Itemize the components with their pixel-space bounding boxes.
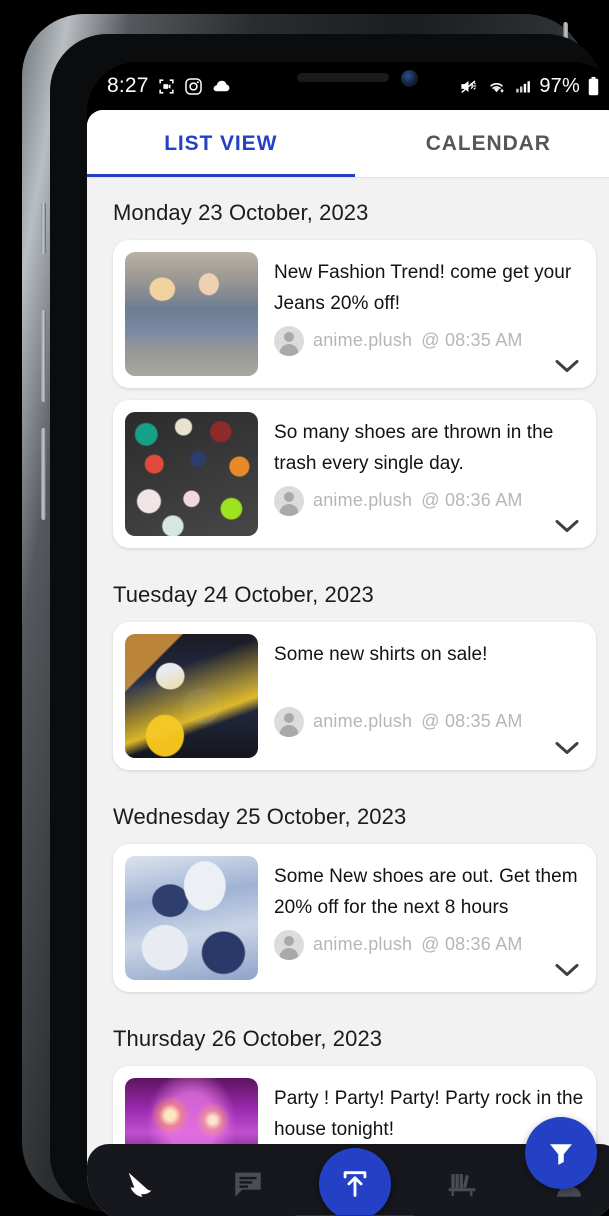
avatar bbox=[274, 485, 304, 516]
tab-bar: LIST VIEW CALENDAR bbox=[87, 110, 609, 178]
post-time: @ 08:36 AM bbox=[421, 934, 523, 955]
post-thumbnail[interactable] bbox=[125, 634, 258, 758]
post-card[interactable]: New Fashion Trend! come get your Jeans 2… bbox=[113, 240, 596, 388]
post-meta: anime.plush @ 08:35 AM bbox=[274, 325, 584, 356]
post-meta: anime.plush @ 08:35 AM bbox=[274, 706, 584, 737]
tab-list-view[interactable]: LIST VIEW bbox=[87, 110, 355, 178]
date-header: Thursday 26 October, 2023 bbox=[113, 1026, 383, 1051]
status-time: 8:27 bbox=[107, 74, 149, 97]
post-card[interactable]: Some new shirts on sale! anime.plush @ 0… bbox=[113, 622, 596, 770]
post-time: @ 08:35 AM bbox=[421, 711, 523, 732]
post-thumbnail[interactable] bbox=[125, 252, 258, 376]
instagram-icon bbox=[184, 77, 202, 95]
wifi-icon bbox=[490, 82, 504, 92]
bird-logo-icon bbox=[128, 1172, 151, 1197]
post-thumbnail[interactable] bbox=[125, 856, 258, 980]
status-bar: 8:27 97% bbox=[87, 62, 609, 110]
post-meta: anime.plush @ 08:36 AM bbox=[274, 485, 584, 516]
tab-calendar[interactable]: CALENDAR bbox=[355, 110, 609, 178]
battery-percent-label: 97% bbox=[539, 74, 580, 97]
mute-switch-button[interactable] bbox=[41, 202, 46, 254]
post-author: anime.plush bbox=[313, 330, 413, 351]
nav-item-upload[interactable] bbox=[301, 1144, 408, 1216]
post-meta: anime.plush @ 08:36 AM bbox=[274, 929, 584, 960]
mute-icon bbox=[461, 80, 477, 93]
chevron-down-icon[interactable] bbox=[554, 740, 580, 756]
post-body: New Fashion Trend! come get your Jeans 2… bbox=[258, 252, 584, 376]
filter-funnel-icon bbox=[550, 1144, 572, 1165]
post-list[interactable]: Monday 23 October, 2023 New Fashion Tren… bbox=[87, 178, 609, 1144]
filter-fab-button[interactable] bbox=[525, 1117, 597, 1189]
post-title: So many shoes are thrown in the trash ev… bbox=[274, 422, 554, 474]
avatar bbox=[274, 929, 304, 960]
upload-icon bbox=[343, 1171, 366, 1197]
tab-calendar-label: CALENDAR bbox=[425, 132, 551, 155]
status-bar-left: 8:27 bbox=[107, 74, 232, 98]
phone-frame: 8:27 97% LIST VIEW CALENDAR Monday 23 Oc… bbox=[22, 14, 609, 1216]
nav-item-library[interactable] bbox=[408, 1144, 515, 1216]
chevron-down-icon[interactable] bbox=[554, 962, 580, 978]
post-thumbnail[interactable] bbox=[125, 1078, 258, 1144]
avatar bbox=[274, 325, 304, 356]
chevron-down-icon[interactable] bbox=[554, 358, 580, 374]
post-title: New Fashion Trend! come get your Jeans 2… bbox=[274, 262, 572, 314]
signal-icon bbox=[516, 80, 531, 92]
volume-down-button[interactable] bbox=[41, 428, 46, 520]
post-title: Some New shoes are out. Get them 20% off… bbox=[274, 866, 578, 918]
front-camera bbox=[400, 70, 418, 87]
screen-record-icon bbox=[159, 78, 174, 94]
date-header: Monday 23 October, 2023 bbox=[113, 200, 369, 225]
screenshot-stage: 8:27 97% LIST VIEW CALENDAR Monday 23 Oc… bbox=[0, 0, 609, 1216]
post-body: Some New shoes are out. Get them 20% off… bbox=[258, 856, 584, 980]
post-card[interactable]: Party ! Party! Party! Party rock in the … bbox=[113, 1066, 596, 1144]
app-container: LIST VIEW CALENDAR Monday 23 October, 20… bbox=[87, 110, 609, 1216]
post-time: @ 08:36 AM bbox=[421, 490, 523, 511]
post-thumbnail[interactable] bbox=[125, 412, 258, 536]
tab-list-view-label: LIST VIEW bbox=[164, 132, 278, 155]
earpiece-speaker bbox=[296, 73, 389, 82]
post-author: anime.plush bbox=[313, 934, 413, 955]
nav-item-home[interactable] bbox=[87, 1144, 194, 1216]
post-card[interactable]: So many shoes are thrown in the trash ev… bbox=[113, 400, 596, 548]
date-header: Tuesday 24 October, 2023 bbox=[113, 582, 374, 607]
post-author: anime.plush bbox=[313, 490, 413, 511]
phone-bezel: 8:27 97% LIST VIEW CALENDAR Monday 23 Oc… bbox=[50, 34, 609, 1216]
bookshelf-icon bbox=[448, 1174, 475, 1197]
chevron-down-icon[interactable] bbox=[554, 518, 580, 534]
avatar bbox=[274, 706, 304, 737]
nav-item-messages[interactable] bbox=[194, 1144, 301, 1216]
post-time: @ 08:35 AM bbox=[421, 330, 523, 351]
post-body: So many shoes are thrown in the trash ev… bbox=[258, 412, 584, 536]
chat-bubble-icon bbox=[234, 1172, 261, 1197]
post-card[interactable]: Some New shoes are out. Get them 20% off… bbox=[113, 844, 596, 992]
upload-fab-button[interactable] bbox=[318, 1148, 391, 1216]
date-header: Wednesday 25 October, 2023 bbox=[113, 804, 407, 829]
phone-screen: 8:27 97% LIST VIEW CALENDAR Monday 23 Oc… bbox=[87, 62, 609, 1216]
status-bar-right: 97% bbox=[458, 75, 600, 98]
post-body: Some new shirts on sale! anime.plush @ 0… bbox=[258, 634, 584, 758]
post-author: anime.plush bbox=[313, 711, 413, 732]
volume-up-button[interactable] bbox=[41, 310, 46, 402]
post-title: Some new shirts on sale! bbox=[274, 644, 488, 665]
battery-icon bbox=[588, 76, 599, 95]
cloud-icon bbox=[213, 80, 230, 91]
